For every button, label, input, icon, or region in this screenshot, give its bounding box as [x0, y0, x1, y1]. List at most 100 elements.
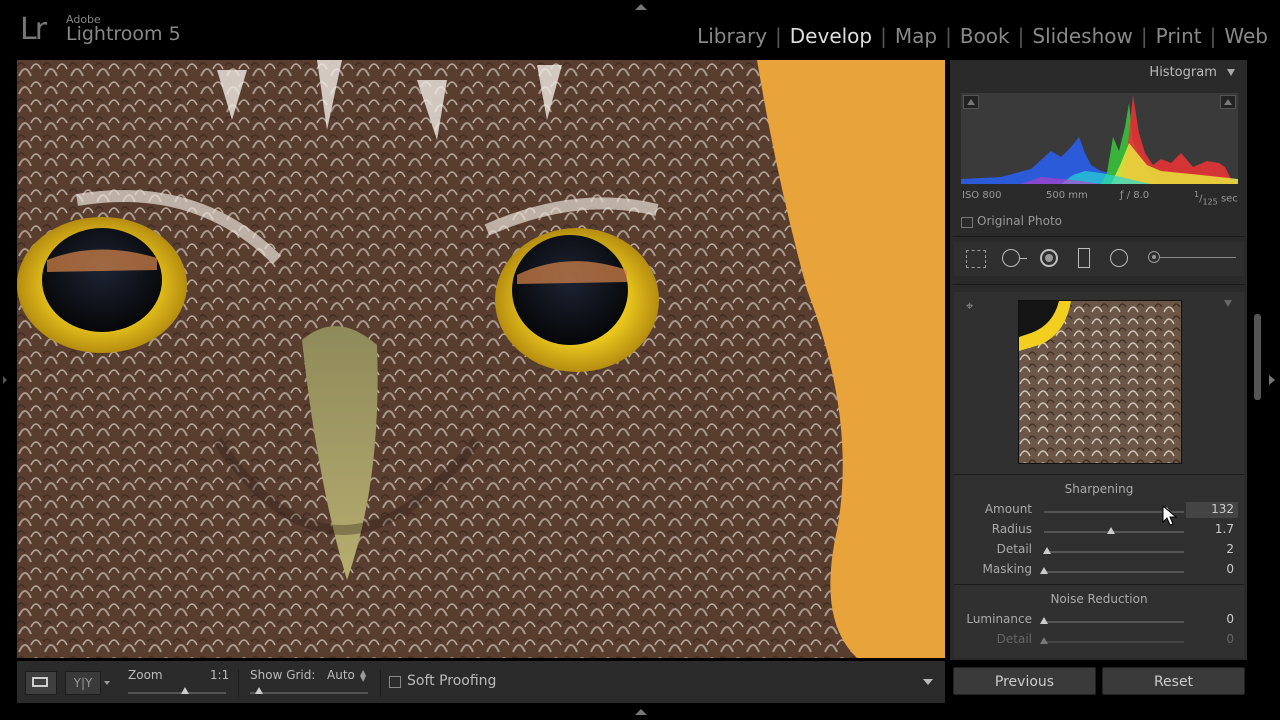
sharpening-label: Radius [991, 522, 1032, 536]
sharpening-label: Amount [984, 502, 1032, 516]
module-separator: | [1017, 24, 1025, 48]
shutter-unit: sec [1220, 193, 1238, 205]
bottom-toolbar: Y|Y Zoom 1:1 Show Grid: Auto ▲ ▼ Soft Pro… [17, 661, 945, 703]
module-separator: | [1140, 24, 1148, 48]
loupe-icon [32, 677, 48, 687]
sharpening-slider-thumb[interactable] [1107, 527, 1116, 534]
before-after-icon: Y|Y [73, 676, 93, 690]
photo-canvas[interactable] [17, 60, 945, 658]
grid-opacity-slider[interactable] [250, 692, 368, 694]
noise-value[interactable]: 0 [1184, 632, 1234, 646]
zoom-slider-thumb[interactable] [181, 687, 189, 694]
noise-slider-thumb[interactable] [1040, 637, 1048, 644]
highlight-clipping-icon[interactable] [1220, 95, 1236, 109]
left-panel-toggle-icon[interactable] [3, 376, 7, 384]
sharpening-value[interactable]: 1.7 [1184, 522, 1234, 536]
tool-strip [954, 242, 1244, 276]
module-separator: | [945, 24, 952, 48]
show-grid-value[interactable]: Auto [327, 668, 355, 682]
module-library[interactable]: Library [693, 24, 771, 48]
sharpening-title: Sharpening [1064, 482, 1134, 496]
module-separator: | [880, 24, 887, 48]
top-panel-toggle-icon[interactable] [635, 4, 647, 10]
right-panel-scroll-thumb[interactable] [1254, 314, 1261, 400]
zoom-slider[interactable] [128, 692, 226, 694]
preview-crop-image [1019, 301, 1181, 463]
detail-collapse-icon[interactable] [1224, 300, 1232, 307]
shutter-numerator: 1 [1194, 190, 1200, 199]
target-adjust-icon[interactable]: ⌖ [966, 300, 980, 314]
spot-removal-icon[interactable] [1002, 249, 1027, 267]
module-book[interactable]: Book [956, 24, 1014, 48]
sharpening-value[interactable]: 2 [1184, 542, 1234, 556]
noise-slider-thumb[interactable] [1040, 617, 1048, 624]
histogram-graph[interactable] [961, 93, 1238, 184]
owl-photo [17, 60, 945, 658]
grid-opacity-slider-thumb[interactable] [255, 687, 263, 694]
sharpening-label: Detail [996, 542, 1032, 556]
loupe-view-button[interactable] [25, 671, 57, 695]
sharpening-slider[interactable] [1044, 571, 1184, 573]
soft-proofing-checkbox[interactable] [389, 676, 401, 688]
before-after-button[interactable]: Y|Y [65, 671, 101, 695]
crop-tool-icon[interactable] [966, 250, 986, 268]
radial-filter-icon[interactable] [1110, 249, 1128, 267]
toolbar-divider [238, 669, 239, 697]
adjustment-brush-icon[interactable] [1148, 251, 1160, 263]
noise-slider[interactable] [1044, 621, 1184, 623]
shutter-denominator: 125 [1202, 197, 1218, 207]
panel-divider [953, 284, 1245, 285]
bottom-panel-toggle-icon[interactable] [635, 709, 647, 715]
panel-divider [954, 474, 1244, 475]
module-picker: Library | Develop | Map | Book | Slideshow | … [693, 24, 1272, 48]
original-photo-checkbox[interactable] [961, 217, 973, 228]
brand-app-name: Lightroom 5 [66, 23, 181, 45]
module-slideshow[interactable]: Slideshow [1028, 24, 1137, 48]
sharpening-label: Masking [982, 562, 1032, 576]
brush-size-track[interactable] [1160, 257, 1236, 258]
noise-reduction-title: Noise Reduction [1050, 592, 1148, 606]
show-grid-stepper-icon[interactable]: ▲ ▼ [360, 669, 366, 683]
module-web[interactable]: Web [1220, 24, 1272, 48]
right-panel: Histogram ISO 800 500 mm ƒ / 8.0 1/125 s… [950, 60, 1247, 660]
detail-zoom-preview[interactable] [1018, 300, 1182, 464]
histogram-shutter: 1/125 sec [1194, 190, 1238, 207]
sharpening-slider-thumb[interactable] [1040, 567, 1048, 574]
module-separator: | [1209, 24, 1217, 48]
zoom-value[interactable]: 1:1 [210, 668, 229, 682]
sharpening-slider-thumb[interactable] [1042, 547, 1051, 554]
sharpening-value[interactable]: 0 [1184, 562, 1234, 576]
histogram-collapse-icon[interactable] [1227, 69, 1235, 76]
module-map[interactable]: Map [891, 24, 941, 48]
noise-label: Luminance [966, 612, 1032, 626]
shadow-clipping-icon[interactable] [963, 95, 979, 109]
graduated-filter-icon[interactable] [1078, 248, 1090, 268]
original-photo-label[interactable]: Original Photo [977, 214, 1062, 228]
right-panel-toggle-icon[interactable] [1269, 375, 1275, 385]
panel-divider [953, 236, 1245, 237]
red-eye-icon[interactable] [1040, 249, 1058, 267]
sharpening-slider[interactable] [1044, 551, 1184, 553]
toolbar-divider [380, 669, 381, 697]
reset-button[interactable]: Reset [1102, 667, 1245, 695]
detail-panel: ⌖ Sharpening Amount 132 Radius 1.7 Detail 2 Ma… [954, 292, 1244, 658]
show-grid-label: Show Grid: [250, 668, 316, 682]
soft-proofing-label[interactable]: Soft Proofing [407, 673, 496, 689]
module-print[interactable]: Print [1152, 24, 1206, 48]
panel-divider [954, 584, 1244, 585]
histogram-aperture: ƒ / 8.0 [1120, 190, 1150, 201]
histogram-title: Histogram [1149, 65, 1217, 80]
sharpening-value[interactable]: 132 [1184, 502, 1234, 516]
before-after-dropdown-icon[interactable] [104, 681, 110, 685]
toolbar-menu-chevron-icon[interactable] [923, 679, 933, 685]
previous-button[interactable]: Previous [953, 667, 1096, 695]
noise-slider[interactable] [1044, 641, 1184, 643]
histogram-chart [961, 95, 1238, 184]
histogram-iso: ISO 800 [962, 190, 1002, 201]
histogram-header[interactable]: Histogram [1149, 65, 1235, 80]
mouse-cursor-icon [1162, 505, 1178, 526]
lightroom-logo: Lr [20, 12, 47, 47]
module-separator: | [775, 24, 782, 48]
module-develop[interactable]: Develop [786, 24, 876, 48]
noise-value[interactable]: 0 [1184, 612, 1234, 626]
